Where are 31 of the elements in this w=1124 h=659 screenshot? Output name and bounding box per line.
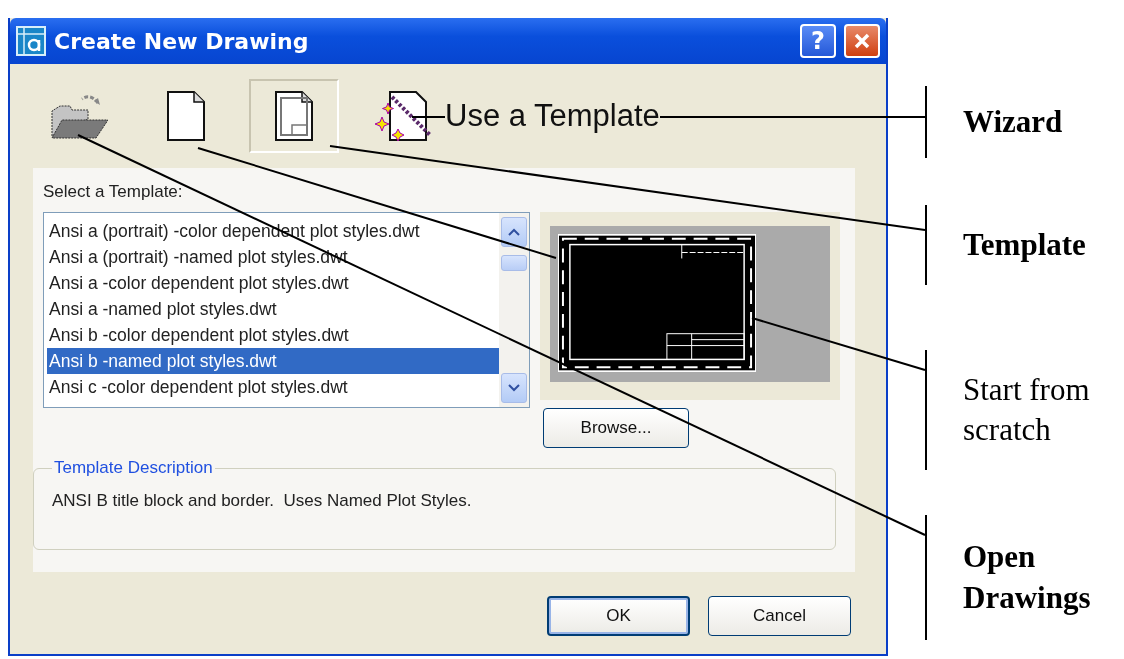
callout-label: Template (963, 225, 1086, 264)
scroll-down-button[interactable] (501, 373, 527, 403)
template-list[interactable] (43, 212, 530, 408)
list-item[interactable]: Ansi a -color dependent plot styles.dwt (47, 270, 499, 296)
callout-label: Start from scratch (963, 370, 1091, 449)
template-page-icon (272, 89, 316, 143)
callout-label: Open Drawings (963, 538, 1092, 617)
blank-page-icon (164, 89, 208, 143)
app-icon (16, 26, 46, 56)
caret-down-icon (508, 384, 520, 392)
close-button[interactable] (844, 24, 880, 58)
wizard-page-icon (372, 89, 432, 143)
close-icon (852, 31, 872, 51)
cancel-button[interactable]: Cancel (708, 596, 851, 636)
caret-up-icon (508, 228, 520, 236)
group-legend: Template Description (52, 458, 215, 478)
description-text: ANSI B title block and border. Uses Named Plot Styles. (52, 491, 472, 510)
callout-label: Wizard (963, 102, 1063, 141)
list-item[interactable]: Ansi b -color dependent plot styles.dwt (47, 322, 499, 348)
scroll-thumb[interactable] (501, 255, 527, 271)
list-item[interactable]: Ansi b -named plot styles.dwt (47, 348, 499, 374)
help-button[interactable]: ? (800, 24, 836, 58)
ok-button[interactable]: OK (547, 596, 690, 636)
list-item[interactable]: Ansi c -color dependent plot styles.dwt (47, 374, 499, 400)
scroll-up-button[interactable] (501, 217, 527, 247)
list-label: Select a Template: (43, 182, 184, 202)
window-title: Create New Drawing (54, 28, 309, 54)
tab-button[interactable] (249, 79, 339, 153)
scrollbar[interactable] (499, 213, 529, 407)
browse-button[interactable]: Browse... (543, 408, 689, 448)
list-item[interactable]: Ansi a -named plot styles.dwt (47, 296, 499, 322)
